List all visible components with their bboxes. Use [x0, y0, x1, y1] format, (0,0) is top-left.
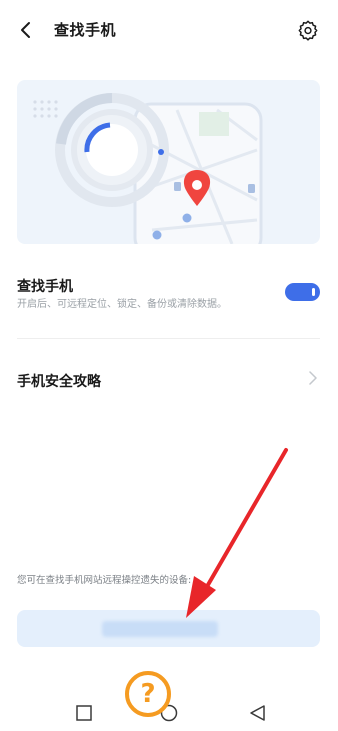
nav-back-button[interactable] — [240, 690, 276, 726]
chevron-right-icon — [309, 371, 317, 385]
divider — [17, 338, 320, 339]
triangle-back-icon — [250, 705, 265, 721]
find-phone-row: 查找手机 开启后、可远程定位、锁定、备份或清除数据。 — [17, 270, 320, 320]
settings-button[interactable] — [296, 18, 320, 42]
help-badge: ? — [125, 671, 171, 717]
recent-apps-button[interactable] — [66, 690, 102, 726]
chevron-left-icon — [21, 22, 30, 38]
find-phone-subtitle: 开启后、可远程定位、锁定、备份或清除数据。 — [17, 299, 227, 310]
page-title: 查找手机 — [54, 21, 117, 39]
question-mark-icon: ? — [140, 679, 156, 709]
security-guide-title: 手机安全攻略 — [17, 374, 101, 390]
top-bar: 查找手机 — [0, 0, 338, 60]
gear-icon — [298, 20, 318, 41]
find-phone-title: 查找手机 — [17, 279, 73, 295]
phone-map-illustration — [33, 93, 263, 244]
security-guide-row[interactable]: 手机安全攻略 — [17, 360, 320, 400]
back-button[interactable] — [14, 18, 38, 42]
find-phone-toggle[interactable] — [285, 283, 320, 301]
blurred-link-text — [102, 621, 218, 637]
hero-illustration — [17, 80, 320, 244]
remote-hint-text: 您可在查找手机网站远程操控遗失的设备: — [17, 575, 192, 586]
toggle-thumb — [312, 288, 315, 296]
square-icon — [76, 705, 92, 721]
